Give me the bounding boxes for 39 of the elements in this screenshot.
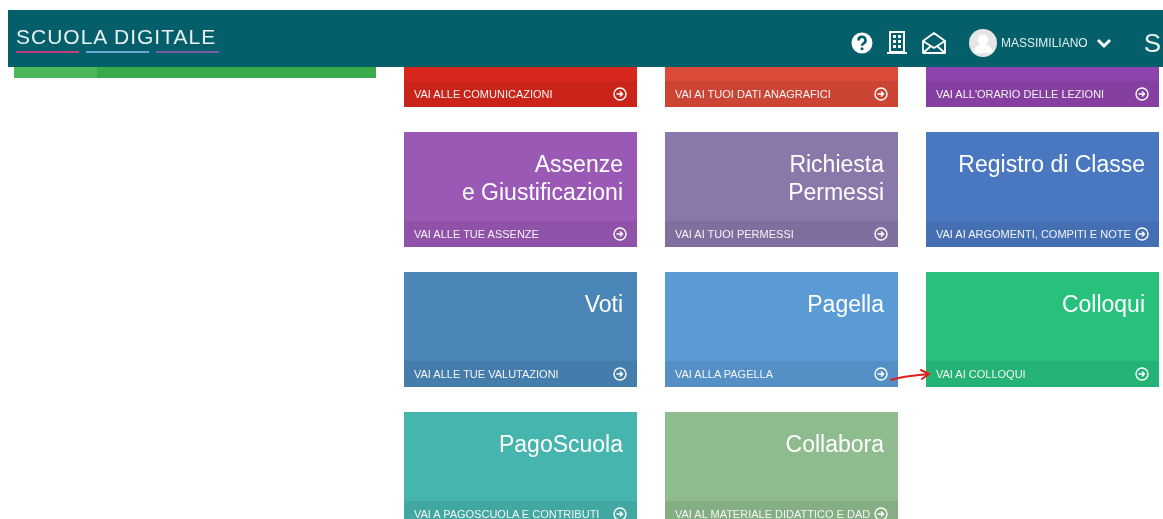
arrow-circle-icon (1135, 367, 1149, 381)
user-menu[interactable]: MASSIMILIANO (968, 28, 1112, 57)
tile-title: Collabora (785, 431, 884, 457)
arrow-circle-icon (874, 367, 888, 381)
arrow-circle-icon (1135, 227, 1149, 241)
user-name: MASSIMILIANO (1000, 34, 1088, 52)
tile-link[interactable]: VAI AI COLLOQUI (926, 361, 1159, 387)
tile-title: Assenze e Giustificazioni (461, 151, 623, 205)
tile-link[interactable]: VAI ALLA PAGELLA (665, 361, 898, 387)
arrow-circle-icon (874, 507, 888, 519)
building-icon[interactable] (886, 31, 907, 54)
tile-link[interactable]: VAI AI ARGOMENTI, COMPITI E NOTE (926, 221, 1159, 247)
tile-link[interactable]: VAI ALLE TUE ASSENZE (404, 221, 637, 247)
tile-title: Richiesta Permessi (788, 151, 884, 205)
tile-link[interactable]: VAI ALLE TUE VALUTAZIONI (404, 361, 637, 387)
arrow-circle-icon (613, 87, 627, 101)
tile-title: PagoScuola (498, 431, 623, 457)
tile-title: Voti (584, 291, 623, 317)
logo-text: SCUOLA DIGITALE (16, 25, 218, 47)
tile-title: Colloqui (1061, 291, 1145, 317)
chevron-down-icon (1095, 36, 1112, 49)
arrow-circle-icon (613, 367, 627, 381)
tile-link[interactable]: VAI ALLE COMUNICAZIONI (404, 81, 637, 107)
tile-link[interactable]: VAI AI TUOI DATI ANAGRAFICI (665, 81, 898, 107)
tile-title: Pagella (807, 291, 884, 317)
arrow-circle-icon (613, 227, 627, 241)
arrow-circle-icon (1135, 87, 1149, 101)
avatar-icon (968, 28, 997, 57)
tile-link[interactable]: VAI AL MATERIALE DIDATTICO E DAD (665, 501, 898, 519)
corner-logo-text: S (1143, 29, 1161, 56)
arrow-circle-icon (874, 227, 888, 241)
arrow-circle-icon (874, 87, 888, 101)
tile-title: Registro di Classe (958, 151, 1145, 177)
tile-link[interactable]: VAI A PAGOSCUOLA E CONTRIBUTI (404, 501, 637, 519)
arrow-circle-icon (613, 507, 627, 519)
tile-link[interactable]: VAI ALL'ORARIO DELLE LEZIONI (926, 81, 1159, 107)
envelope-icon[interactable] (920, 30, 947, 55)
tile-link[interactable]: VAI AI TUOI PERMESSI (665, 221, 898, 247)
help-icon[interactable] (850, 31, 873, 54)
